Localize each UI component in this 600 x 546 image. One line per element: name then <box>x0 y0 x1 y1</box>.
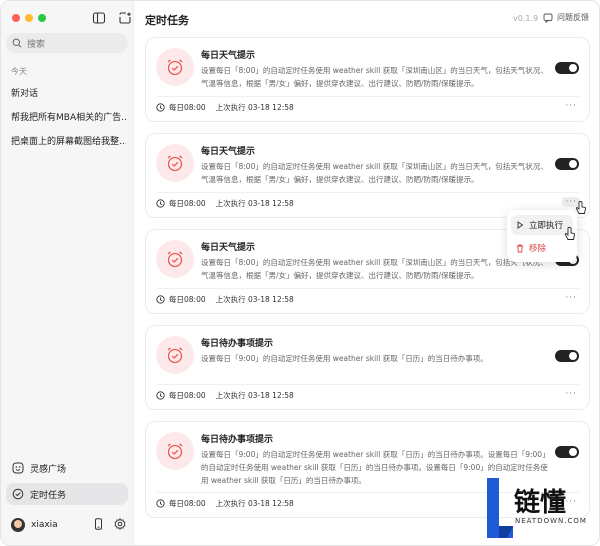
task-schedule: 每日08:00 <box>169 391 206 400</box>
watermark-brand: 链懂 <box>514 488 567 518</box>
hand-cursor-icon <box>575 201 586 214</box>
remove-label: 移除 <box>529 244 547 254</box>
more-options-button[interactable]: ··· <box>565 389 577 399</box>
task-meta: 每日08:00 上次执行 03-18 12:58 <box>156 294 294 305</box>
search-placeholder: 搜索 <box>27 39 46 50</box>
phone-icon[interactable] <box>93 518 104 530</box>
alarm-clock-icon <box>167 59 183 76</box>
task-last-run: 上次执行 03-18 12:58 <box>215 295 294 304</box>
task-card: 每日天气提示 设置每日「8:00」的自动定时任务使用 weather skill… <box>145 37 590 122</box>
task-description: 设置每日「8:00」的自动定时任务使用 weather skill 获取「深圳南… <box>201 258 548 280</box>
section-label-today: 今天 <box>11 67 27 76</box>
play-icon <box>517 221 524 229</box>
nav-item-label: 定时任务 <box>30 490 67 501</box>
card-divider <box>156 288 579 289</box>
sidebar: 搜索 今天 新对话 帮我把所有MBA相关的广告... 把桌面上的屏幕截图给我整.… <box>1 1 134 545</box>
watermark-site: NEATDOWN.COM <box>515 517 587 525</box>
new-chat-icon[interactable] <box>118 11 132 25</box>
conversation-item[interactable]: 新对话 <box>11 86 126 99</box>
feedback-label: 问题反馈 <box>557 13 589 22</box>
task-toggle[interactable] <box>555 350 579 362</box>
page-title: 定时任务 <box>145 14 189 27</box>
task-meta: 每日08:00 上次执行 03-18 12:58 <box>156 198 294 209</box>
task-last-run: 上次执行 03-18 12:58 <box>215 199 294 208</box>
task-badge <box>156 336 194 374</box>
task-badge <box>156 240 194 278</box>
main-panel: 定时任务 v0.1.9 问题反馈 每日天气提示 设置每日「8:00」的自动定时任… <box>135 1 599 545</box>
task-last-run: 上次执行 03-18 12:58 <box>215 499 294 508</box>
minimize-window-button[interactable] <box>25 14 33 22</box>
gear-icon[interactable] <box>114 518 126 530</box>
task-title: 每日天气提示 <box>201 51 256 61</box>
user-profile[interactable]: xiaxia <box>11 518 58 532</box>
user-name: xiaxia <box>31 520 58 530</box>
card-divider <box>156 192 579 193</box>
nav-item-label: 灵感广场 <box>30 464 67 475</box>
check-circle-icon <box>12 488 24 500</box>
task-badge <box>156 432 194 470</box>
sidebar-toggle-icon[interactable] <box>92 11 106 25</box>
window-controls <box>12 14 46 22</box>
conversation-item[interactable]: 帮我把所有MBA相关的广告... <box>11 110 126 123</box>
task-title: 每日待办事项提示 <box>201 435 274 445</box>
task-last-run: 上次执行 03-18 12:58 <box>215 391 294 400</box>
avatar <box>11 518 25 532</box>
task-schedule: 每日08:00 <box>169 499 206 508</box>
trash-icon <box>517 244 523 252</box>
alarm-clock-icon <box>167 347 183 364</box>
user-actions <box>93 518 126 530</box>
task-last-run: 上次执行 03-18 12:58 <box>215 103 294 112</box>
task-description: 设置每日「9:00」的自动定时任务使用 weather skill 获取「日历」… <box>201 354 488 363</box>
task-schedule: 每日08:00 <box>169 103 206 112</box>
hand-cursor-icon <box>564 227 575 240</box>
task-schedule: 每日08:00 <box>169 199 206 208</box>
task-meta: 每日08:00 上次执行 03-18 12:58 <box>156 498 294 509</box>
version-label: v0.1.9 <box>513 14 539 23</box>
alarm-clock-icon <box>167 443 183 460</box>
card-divider <box>156 96 579 97</box>
clock-icon <box>156 199 165 208</box>
task-toggle[interactable] <box>555 158 579 170</box>
conversation-item[interactable]: 把桌面上的屏幕截图给我整... <box>11 134 126 147</box>
clock-icon <box>156 499 165 508</box>
clock-icon <box>156 295 165 304</box>
task-toggle[interactable] <box>555 62 579 74</box>
task-badge <box>156 48 194 86</box>
task-meta: 每日08:00 上次执行 03-18 12:58 <box>156 102 294 113</box>
task-description: 设置每日「8:00」的自动定时任务使用 weather skill 获取「深圳南… <box>201 66 548 88</box>
task-card: 每日天气提示 设置每日「8:00」的自动定时任务使用 weather skill… <box>145 133 590 218</box>
task-title: 每日天气提示 <box>201 147 256 157</box>
task-title: 每日天气提示 <box>201 243 256 253</box>
sparkle-face-icon <box>12 462 24 474</box>
task-card: 每日待办事项提示 设置每日「9:00」的自动定时任务使用 weather ski… <box>145 325 590 410</box>
task-description: 设置每日「8:00」的自动定时任务使用 weather skill 获取「深圳南… <box>201 162 548 184</box>
message-icon <box>543 13 553 23</box>
task-meta: 每日08:00 上次执行 03-18 12:58 <box>156 390 294 401</box>
run-now-label: 立即执行 <box>529 221 564 231</box>
card-divider <box>156 384 579 385</box>
alarm-clock-icon <box>167 251 183 268</box>
task-badge <box>156 144 194 182</box>
nav-item-inspiration[interactable]: 灵感广场 <box>6 457 128 479</box>
maximize-window-button[interactable] <box>38 14 46 22</box>
nav-item-scheduled-tasks[interactable]: 定时任务 <box>6 483 128 505</box>
remove-menu-item[interactable]: 移除 <box>511 238 573 258</box>
task-title: 每日待办事项提示 <box>201 339 274 349</box>
more-options-button[interactable]: ··· <box>565 293 577 303</box>
sidebar-toolbar <box>92 11 132 25</box>
close-window-button[interactable] <box>12 14 20 22</box>
more-options-button[interactable]: ··· <box>565 101 577 111</box>
search-input[interactable]: 搜索 <box>6 33 128 53</box>
clock-icon <box>156 103 165 112</box>
search-icon <box>12 38 22 48</box>
app-window: 搜索 今天 新对话 帮我把所有MBA相关的广告... 把桌面上的屏幕截图给我整.… <box>0 0 600 546</box>
task-schedule: 每日08:00 <box>169 295 206 304</box>
alarm-clock-icon <box>167 155 183 172</box>
clock-icon <box>156 391 165 400</box>
feedback-button[interactable]: 问题反馈 <box>543 12 589 23</box>
task-toggle[interactable] <box>555 446 579 458</box>
